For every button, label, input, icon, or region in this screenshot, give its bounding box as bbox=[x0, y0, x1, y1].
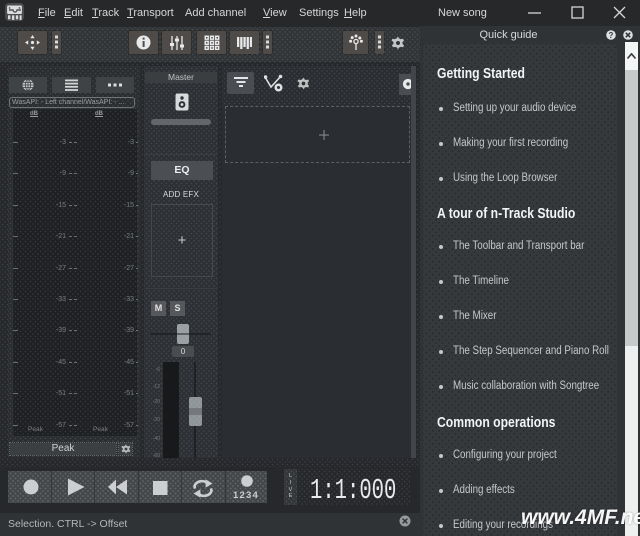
svg-text:1:1:000: 1:1:000 bbox=[310, 474, 396, 504]
svg-text:?: ? bbox=[609, 31, 614, 40]
